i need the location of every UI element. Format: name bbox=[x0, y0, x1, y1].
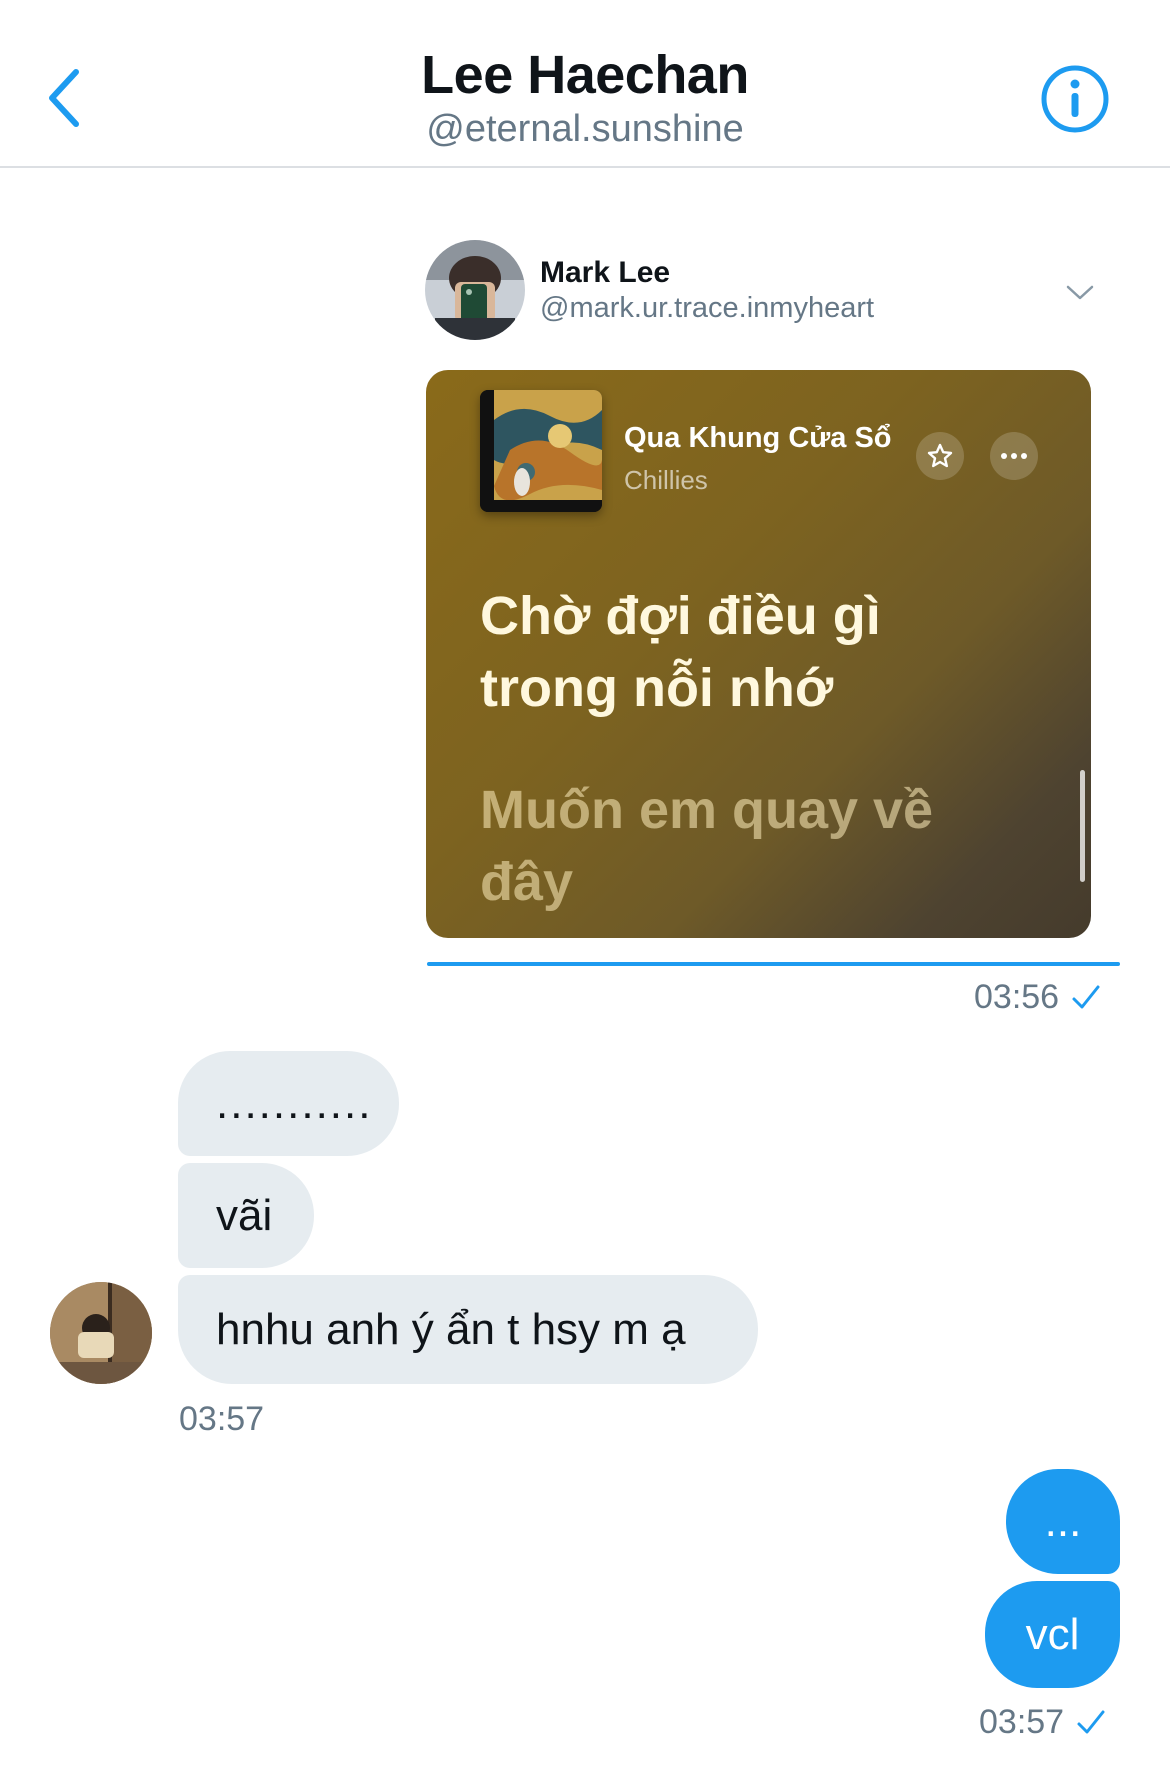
timestamp-text: 03:56 bbox=[974, 978, 1060, 1016]
chevron-down-icon bbox=[1066, 285, 1094, 300]
song-artist: Chillies bbox=[624, 465, 708, 495]
sent-message[interactable]: vcl bbox=[985, 1581, 1120, 1688]
received-timestamp: 03:57 bbox=[179, 1400, 265, 1438]
album-cover-icon bbox=[480, 390, 602, 512]
timestamp-text: 03:57 bbox=[979, 1703, 1065, 1741]
sent-timestamp: 03:57 bbox=[979, 1703, 1106, 1742]
star-icon bbox=[927, 443, 953, 468]
received-message[interactable]: vãi bbox=[178, 1163, 314, 1268]
author-name: Mark Lee bbox=[540, 256, 671, 289]
read-check-icon bbox=[1077, 1710, 1105, 1734]
received-message[interactable]: ........... bbox=[178, 1051, 399, 1156]
conversation-header: Lee Haechan @eternal.sunshine bbox=[0, 0, 1170, 168]
lyrics-scrollbar[interactable] bbox=[1080, 770, 1085, 882]
conversation-title-block[interactable]: Lee Haechan @eternal.sunshine bbox=[0, 44, 1170, 151]
info-icon bbox=[1041, 65, 1109, 133]
conversation-handle: @eternal.sunshine bbox=[426, 108, 744, 150]
sender-avatar[interactable] bbox=[50, 1282, 152, 1384]
song-title: Qua Khung Cửa Sổ bbox=[624, 422, 892, 454]
info-button[interactable] bbox=[1040, 64, 1110, 134]
music-lyrics-card[interactable]: Qua Khung Cửa Sổ Chillies Chờ đợi điều g… bbox=[426, 370, 1091, 938]
avatar-photo-icon bbox=[50, 1282, 152, 1384]
album-art bbox=[480, 390, 602, 512]
lyric-current-line: Chờ đợi điều gì trong nỗi nhớ bbox=[480, 586, 881, 718]
author-handle: @mark.ur.trace.inmyheart bbox=[540, 292, 875, 324]
author-avatar[interactable] bbox=[425, 240, 525, 340]
lyric-next-line: Muốn em quay về đây bbox=[480, 780, 934, 912]
sent-message[interactable]: ... bbox=[1006, 1469, 1120, 1574]
shared-post-timestamp: 03:56 bbox=[974, 978, 1101, 1017]
shared-post-divider bbox=[427, 962, 1120, 966]
favorite-button[interactable] bbox=[916, 432, 964, 480]
shared-post-header: Mark Lee @mark.ur.trace.inmyheart bbox=[425, 236, 1120, 346]
dm-conversation: Lee Haechan @eternal.sunshine Mark Lee @… bbox=[0, 0, 1170, 1789]
more-options-button[interactable] bbox=[990, 432, 1038, 480]
avatar-photo-icon bbox=[425, 240, 525, 340]
shared-post[interactable]: Mark Lee @mark.ur.trace.inmyheart Qua Kh… bbox=[425, 236, 1120, 966]
read-check-icon bbox=[1072, 985, 1100, 1009]
conversation-title: Lee Haechan bbox=[421, 45, 749, 105]
post-options-caret[interactable] bbox=[1065, 282, 1095, 302]
more-dots-icon bbox=[1001, 453, 1027, 459]
received-message[interactable]: hnhu anh ý ẩn t hsy m ạ bbox=[178, 1275, 758, 1384]
